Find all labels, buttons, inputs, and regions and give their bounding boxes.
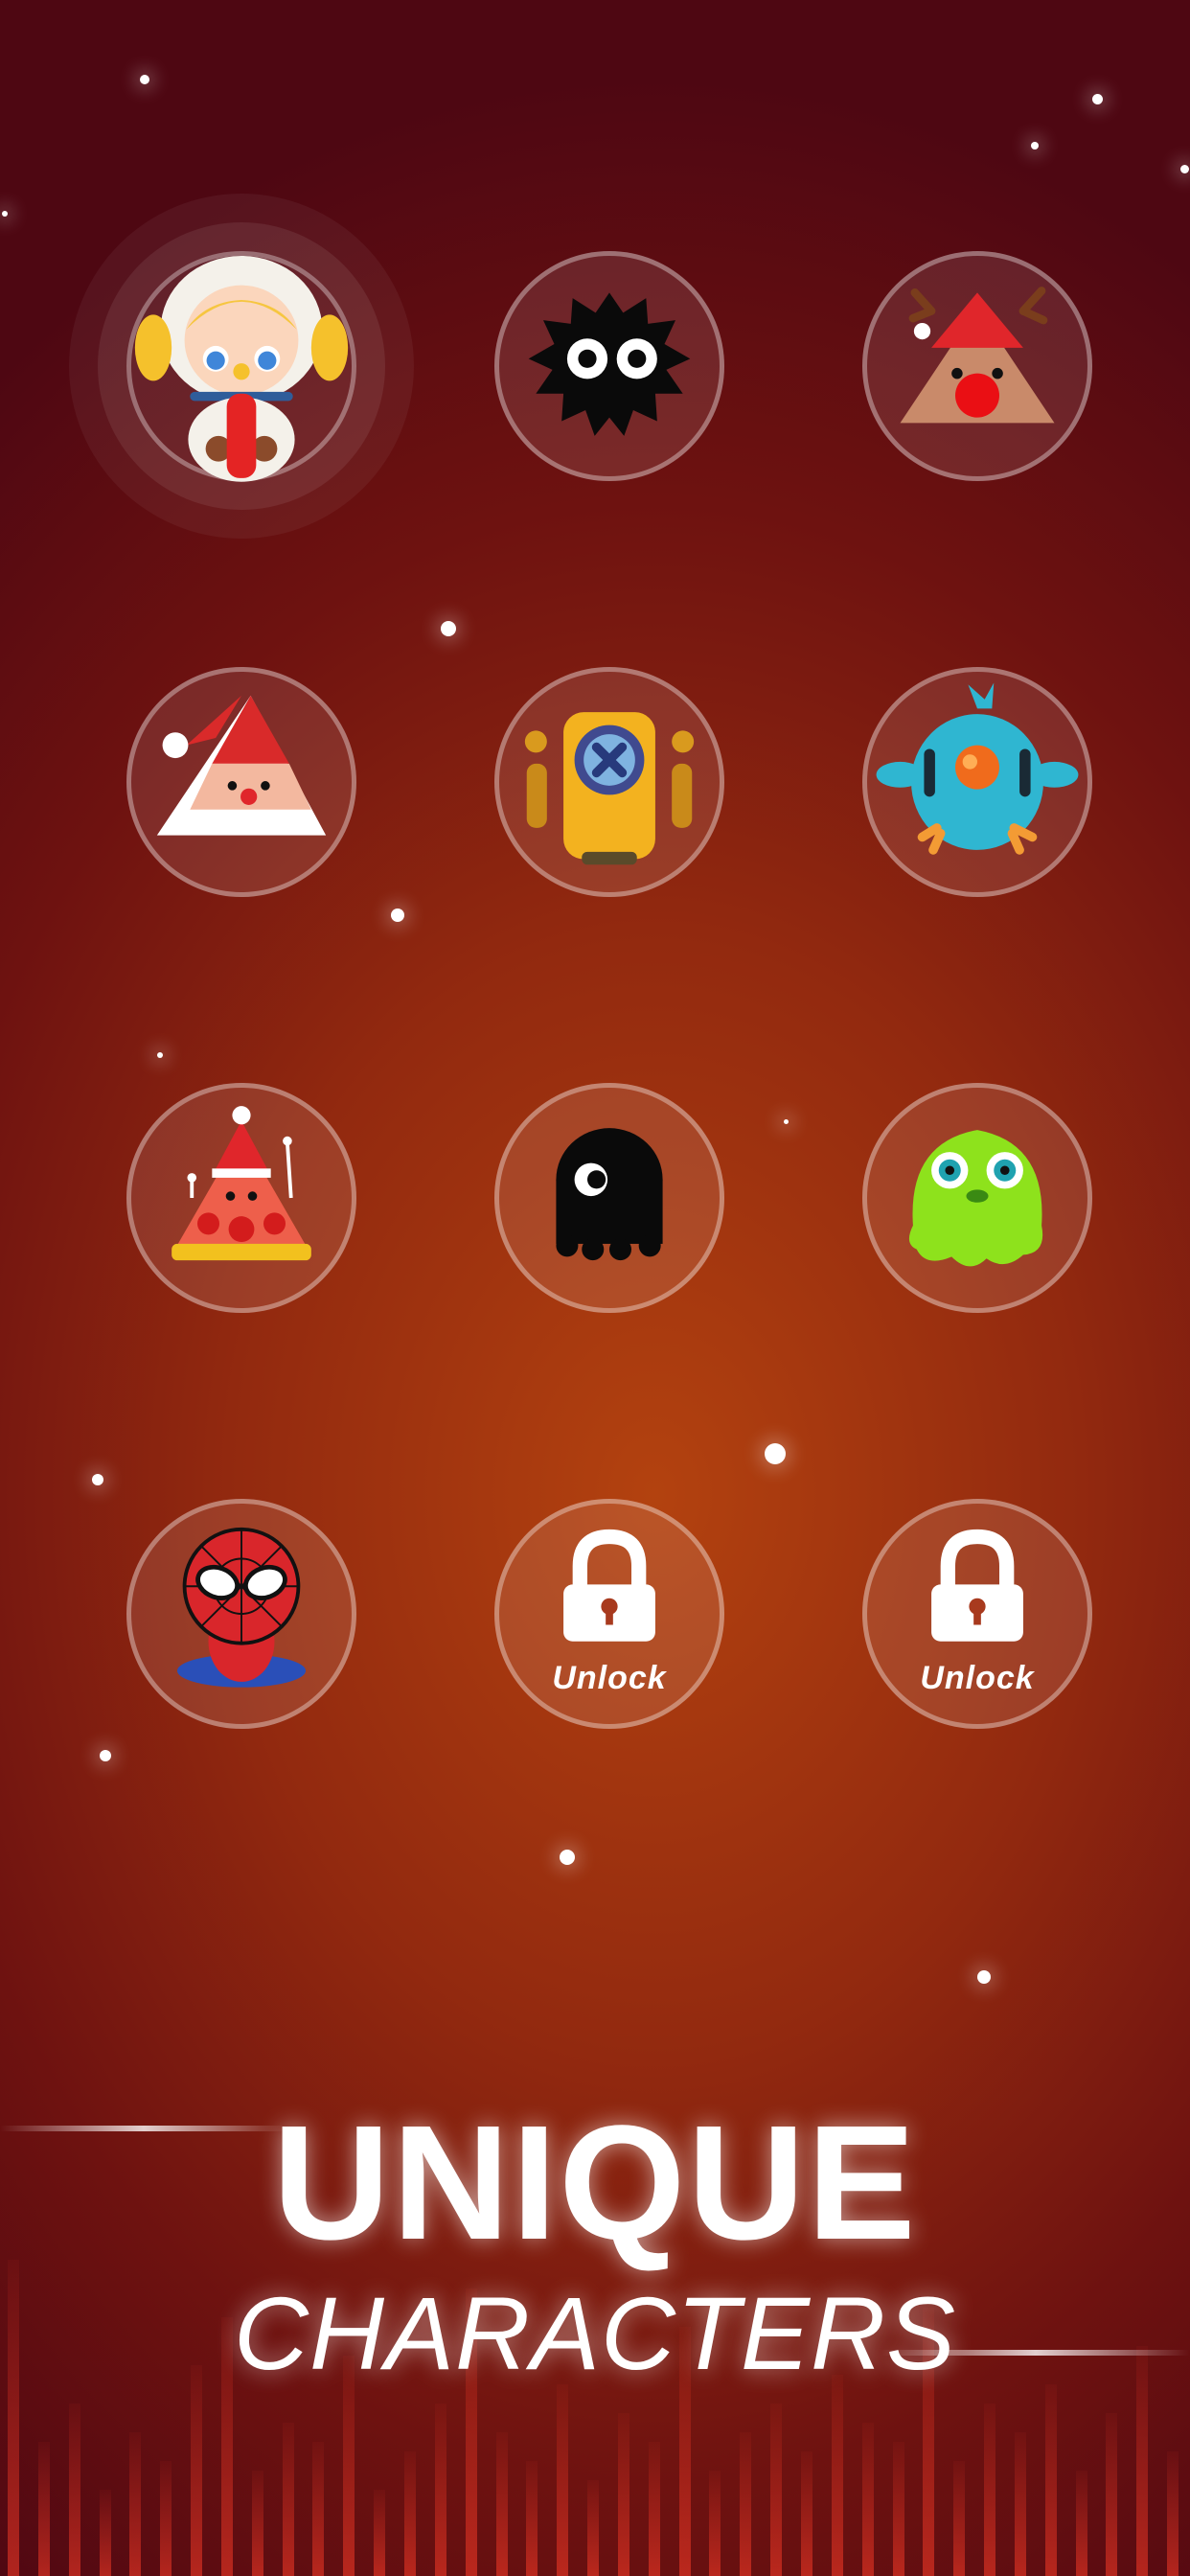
snow-dot (977, 1970, 991, 1984)
equalizer-bar (801, 2451, 812, 2576)
equalizer-bar (404, 2451, 416, 2576)
character-slot-locked-1[interactable]: Unlock (494, 1499, 724, 1729)
snow-dot (765, 1443, 786, 1464)
equalizer-bar (861, 2423, 874, 2576)
equalizer-bar (709, 2471, 721, 2576)
headline-unique: UNIQUE (272, 2092, 918, 2274)
equalizer-bar (892, 2442, 904, 2576)
snow-dot (140, 75, 149, 84)
astronaut-girl-icon (134, 256, 349, 482)
snow-dot (1092, 94, 1103, 104)
equalizer-bar (1075, 2471, 1087, 2576)
christmas-pizza-slice-icon (172, 1106, 311, 1261)
spiderman-icon (176, 1527, 307, 1688)
equalizer-bar (160, 2461, 172, 2576)
equalizer-bar (526, 2461, 538, 2576)
character-slot-green-slime[interactable] (862, 1083, 1092, 1313)
headline-characters: CHARACTERS (233, 2275, 957, 2391)
equalizer-bar (557, 2384, 569, 2576)
equalizer-bar (1044, 2384, 1057, 2576)
snow-dot (1031, 142, 1039, 150)
equalizer-bar (374, 2490, 386, 2576)
character-slot-yellow-robot[interactable] (494, 667, 724, 897)
character-slot-spiderman[interactable] (126, 1499, 356, 1729)
equalizer-bar (37, 2442, 50, 2576)
unlock-label: Unlock (920, 1660, 1035, 1696)
snow-dot (1180, 165, 1189, 173)
character-slot-santa-triangle[interactable] (126, 667, 356, 897)
equalizer-bar (282, 2423, 294, 2576)
equalizer-bar (770, 2404, 783, 2576)
soot-sprite-icon (528, 292, 691, 436)
black-octopus-icon (556, 1128, 663, 1261)
snow-dot (157, 1052, 163, 1058)
equalizer-bar (1106, 2413, 1118, 2576)
character-slot-soot-sprite[interactable] (494, 251, 724, 481)
yellow-robot-icon (524, 712, 695, 865)
equalizer-bar (648, 2442, 660, 2576)
character-slot-locked-2[interactable]: Unlock (862, 1499, 1092, 1729)
equalizer-bar (312, 2442, 325, 2576)
character-slot-christmas-pizza-slice[interactable] (126, 1083, 356, 1313)
snow-dot (784, 1119, 789, 1124)
santa-triangle-icon (156, 695, 327, 836)
equalizer-bar (831, 2375, 843, 2576)
equalizer-bar (191, 2365, 203, 2576)
snow-dot (560, 1850, 575, 1865)
equalizer-bar (740, 2432, 752, 2576)
equalizer-bar (251, 2471, 263, 2576)
snow-dot (2, 211, 8, 217)
equalizer-bar (495, 2432, 508, 2576)
equalizer-bar (953, 2461, 966, 2576)
unlock-label: Unlock (552, 1660, 667, 1696)
snow-dot (100, 1750, 111, 1761)
snow-dot (391, 908, 404, 922)
equalizer-bar (99, 2490, 111, 2576)
reindeer-triangle-icon (900, 287, 1055, 424)
equalizer-bar (617, 2413, 629, 2576)
character-slot-blue-bird[interactable] (862, 667, 1092, 897)
equalizer-bar (984, 2404, 996, 2576)
equalizer-bar (587, 2480, 600, 2576)
character-slot-astronaut-girl[interactable] (126, 251, 356, 482)
snow-dot (92, 1474, 103, 1485)
character-slot-black-octopus[interactable] (494, 1083, 724, 1313)
blue-bird-icon (876, 682, 1079, 855)
character-slot-reindeer-triangle[interactable] (862, 251, 1092, 481)
equalizer-bar (68, 2404, 80, 2576)
green-slime-icon (908, 1130, 1043, 1267)
equalizer-bar (434, 2404, 446, 2576)
equalizer-bar (129, 2432, 142, 2576)
snow-dot (441, 621, 456, 636)
equalizer-bar (1014, 2432, 1026, 2576)
equalizer-bar (1167, 2451, 1179, 2576)
